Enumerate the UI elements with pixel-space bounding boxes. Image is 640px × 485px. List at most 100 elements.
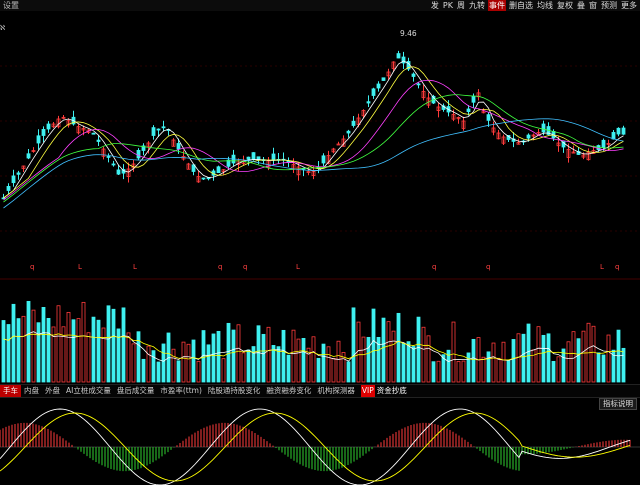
toolbar-button-6[interactable]: 均线 — [536, 0, 554, 11]
volume-bar — [216, 330, 221, 383]
tab-0[interactable]: 手车 — [0, 385, 21, 397]
tab-3[interactable]: AI立桩成交量 — [63, 385, 114, 397]
toolbar: 发 PK 周九转 事件 删自选 均线 复权叠窗预测 更多 — [430, 0, 638, 11]
candle — [16, 172, 21, 175]
candle — [401, 56, 406, 64]
volume-bar — [276, 346, 281, 383]
volume-bar — [571, 331, 576, 383]
event-marker[interactable]: L — [296, 263, 300, 271]
volume-bar — [486, 351, 491, 383]
volume-bar — [396, 312, 401, 383]
volume-bar — [591, 325, 596, 383]
toolbar-button-7[interactable]: 复权 — [556, 0, 574, 11]
tab-2[interactable]: 外盘 — [42, 385, 63, 397]
event-marker[interactable]: L — [133, 263, 137, 271]
candle — [216, 166, 221, 173]
candle — [346, 130, 351, 134]
volume-bar — [501, 341, 506, 383]
event-marker[interactable]: q — [432, 263, 436, 271]
macd-indicator-chart[interactable] — [0, 397, 640, 485]
event-marker[interactable]: q — [218, 263, 222, 271]
volume-bar — [46, 318, 51, 383]
toolbar-button-5[interactable]: 删自选 — [508, 0, 534, 11]
volume-bar — [566, 341, 571, 383]
settings-label[interactable]: 设置 — [3, 0, 19, 11]
volume-bar — [431, 361, 436, 383]
indicator-help-button[interactable]: 指标说明 — [599, 398, 637, 410]
event-marker[interactable]: L — [600, 263, 604, 271]
volume-bar — [311, 336, 316, 383]
volume-bar — [181, 341, 186, 383]
volume-bar — [256, 325, 261, 383]
candle — [351, 120, 356, 126]
volume-bar — [111, 308, 116, 383]
event-marker[interactable]: L — [78, 263, 82, 271]
tab-5[interactable]: 市盈率(ttm) — [157, 385, 205, 397]
volume-bar — [186, 343, 191, 383]
volume-bar — [291, 329, 296, 383]
tab-label: 融资融券变化 — [266, 386, 312, 395]
volume-bar — [156, 361, 161, 383]
candlestick-chart[interactable]: q L Lq q Lq q Lq — [0, 11, 640, 276]
tab-4[interactable]: 盘后成交量 — [114, 385, 158, 397]
toolbar-button-1[interactable]: PK — [442, 0, 454, 11]
toolbar-button-0[interactable]: 发 — [430, 0, 440, 11]
volume-bar — [281, 329, 286, 383]
tab-label: 资金抄底 — [376, 386, 407, 395]
volume-bar — [381, 317, 386, 383]
candle — [381, 77, 386, 81]
candle — [6, 186, 11, 191]
toolbar-button-4[interactable]: 事件 — [488, 0, 506, 11]
event-marker[interactable]: q — [486, 263, 490, 271]
volume-bar — [361, 336, 366, 383]
volume-chart[interactable] — [0, 278, 640, 384]
volume-bar — [121, 307, 126, 383]
volume-bar — [136, 331, 141, 383]
volume-bar — [581, 330, 586, 383]
candle — [471, 95, 476, 103]
tab-1[interactable]: 内盘 — [21, 385, 42, 397]
volume-bar — [346, 361, 351, 383]
tab-label: 陆股通持股变化 — [207, 386, 261, 395]
tab-label: 外盘 — [45, 386, 60, 395]
toolbar-button-10[interactable]: 预测 — [600, 0, 618, 11]
volume-bar — [236, 324, 241, 383]
tab-7[interactable]: 融资融券变化 — [263, 385, 314, 397]
volume-ma5 — [3, 331, 624, 362]
volume-bar — [421, 326, 426, 383]
volume-bar — [426, 335, 431, 383]
volume-bar — [191, 339, 196, 383]
tab-9[interactable]: VIP 资金抄底 — [358, 385, 410, 397]
tab-label: 内盘 — [24, 386, 39, 395]
volume-bar — [526, 323, 531, 383]
tab-6[interactable]: 陆股通持股变化 — [205, 385, 264, 397]
candle — [271, 153, 276, 161]
volume-bar — [506, 360, 511, 383]
event-marker[interactable]: q — [30, 263, 34, 271]
toolbar-button-2[interactable]: 周 — [456, 0, 466, 11]
event-marker[interactable]: q — [243, 263, 247, 271]
candle — [46, 123, 51, 130]
volume-bar — [221, 358, 226, 383]
volume-bar — [596, 352, 601, 383]
volume-bar — [336, 340, 341, 383]
toolbar-button-3[interactable]: 九转 — [468, 0, 486, 11]
volume-bar — [231, 329, 236, 383]
volume-bar — [131, 343, 136, 383]
candle — [11, 175, 16, 184]
tab-8[interactable]: 机构探测器 — [314, 385, 358, 397]
candle — [486, 114, 491, 121]
toolbar-button-11[interactable]: 更多 — [620, 0, 638, 11]
volume-bar — [176, 360, 181, 383]
volume-bar — [1, 320, 6, 383]
event-marker[interactable]: q — [615, 263, 619, 271]
volume-bar — [491, 342, 496, 383]
candle — [411, 73, 416, 77]
toolbar-button-9[interactable]: 窗 — [588, 0, 598, 11]
volume-bar — [126, 332, 131, 383]
volume-bar — [206, 344, 211, 383]
candle — [601, 139, 606, 148]
volume-bar — [141, 358, 146, 383]
volume-bar — [331, 357, 336, 383]
toolbar-button-8[interactable]: 叠 — [576, 0, 586, 11]
